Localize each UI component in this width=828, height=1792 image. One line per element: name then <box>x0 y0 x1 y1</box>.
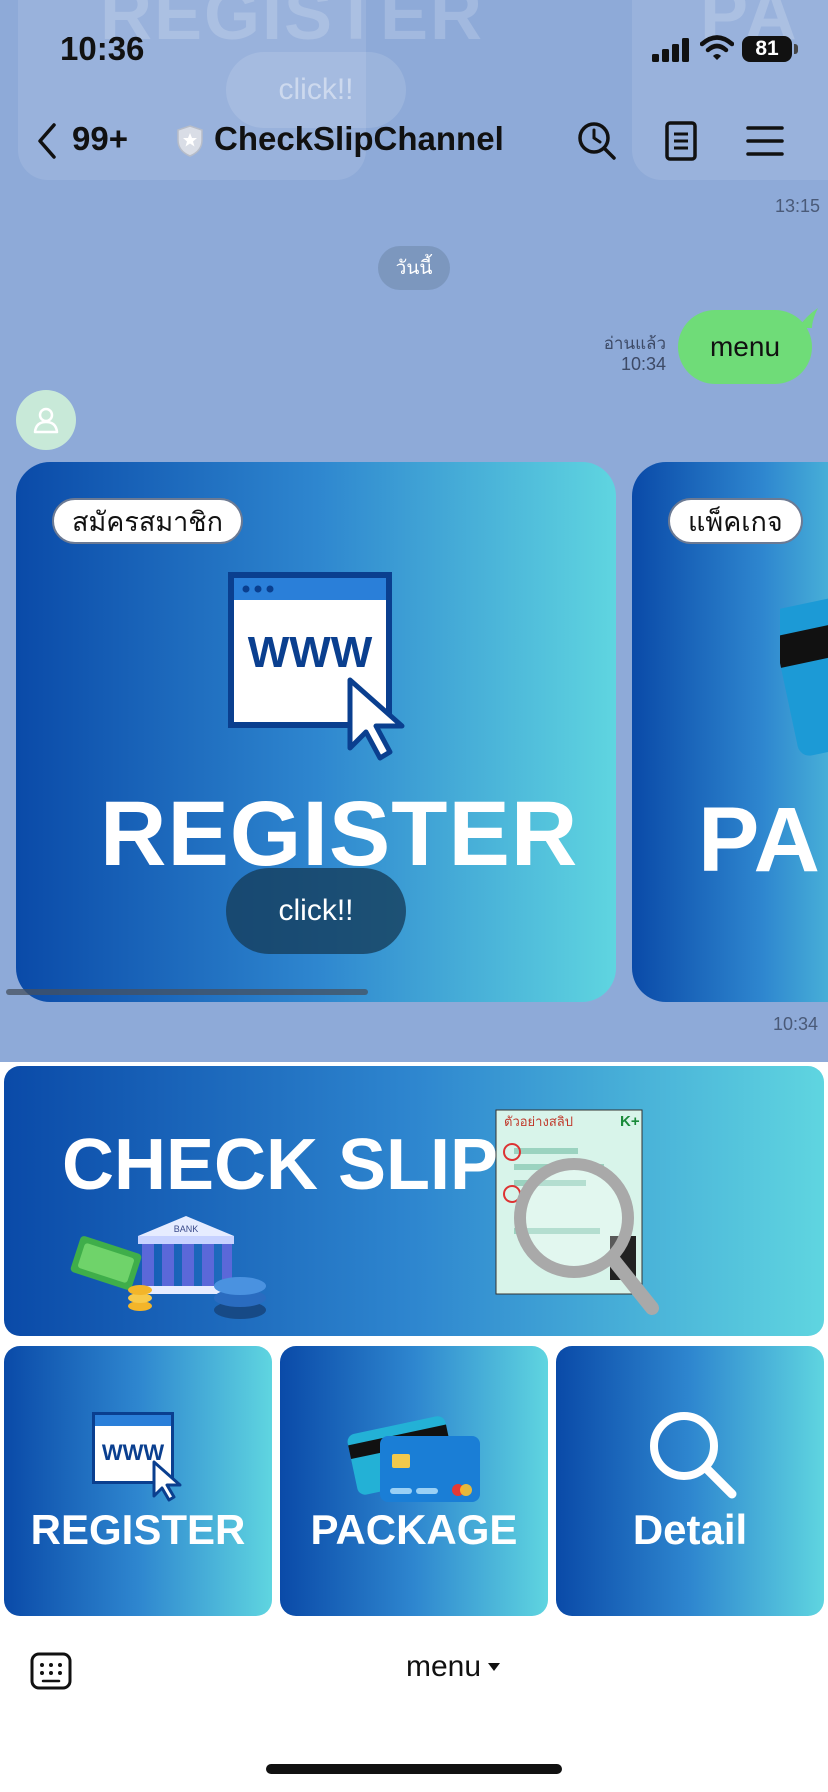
sent-message-bubble[interactable]: menu <box>678 310 812 384</box>
detail-tile-title: Detail <box>632 1506 748 1553</box>
battery-indicator: 81 <box>742 36 792 62</box>
slip-magnifier-icon: ตัวอย่างสลิป K+ <box>495 1109 659 1315</box>
status-bar: 10:36 81 <box>0 0 828 96</box>
back-chevron-icon[interactable] <box>36 122 58 160</box>
sent-timestamp: 10:34 <box>620 354 666 374</box>
rich-menu-detail[interactable]: Detail <box>556 1346 824 1616</box>
user-icon <box>33 407 59 434</box>
rich-menu-package[interactable]: PACKAGE <box>280 1346 548 1616</box>
date-separator: วันนี้ <box>378 246 450 290</box>
keyboard-icon[interactable] <box>30 1652 72 1690</box>
carousel-timestamp: 10:34 <box>772 1014 818 1034</box>
official-shield-icon <box>177 125 203 157</box>
channel-name[interactable]: CheckSlipChannel <box>214 120 504 158</box>
home-indicator[interactable] <box>266 1764 562 1774</box>
carousel-scroll-indicator[interactable] <box>6 989 368 995</box>
status-time: 10:36 <box>60 30 145 67</box>
rich-menu-toggle-label: menu <box>406 1650 482 1683</box>
card-title-package: PA <box>698 789 821 891</box>
search-icon[interactable] <box>574 118 620 164</box>
rich-menu-toggle[interactable]: menu <box>406 1650 501 1684</box>
triangle-down-icon <box>488 1663 501 1671</box>
credit-card-icon <box>780 598 828 756</box>
click-button[interactable]: click!! <box>226 868 406 954</box>
cellular-signal-icon <box>652 38 689 62</box>
read-receipt: อ่านแล้ว <box>603 334 666 353</box>
magnifier-icon <box>650 1412 737 1499</box>
message-timestamp: 13:15 <box>774 196 820 216</box>
check-slip-title: CHECK SLIP <box>62 1125 499 1205</box>
rich-menu: CHECK SLIP BANK ตัวอย่างสลิป K+ WWW REGI… <box>0 1062 828 1622</box>
chat-header: 99+ CheckSlipChannel <box>0 110 828 172</box>
slip-sample-label: ตัวอย่างสลิป <box>504 1114 573 1129</box>
wifi-icon <box>700 35 734 60</box>
chat-area: REGISTER click!! PA 10:36 81 99+ CheckSl… <box>0 0 828 1062</box>
rich-menu-register[interactable]: WWW REGISTER <box>4 1346 272 1616</box>
package-tile-title: PACKAGE <box>310 1506 518 1553</box>
browser-www-icon: WWW <box>92 1412 182 1502</box>
card-tag: สมัครสมาชิก <box>52 498 243 544</box>
bank-money-icon: BANK <box>70 1216 266 1319</box>
credit-cards-icon <box>347 1416 480 1502</box>
card-tag: แพ็คเกจ <box>668 498 803 544</box>
browser-www-icon: WWW <box>228 572 405 761</box>
bank-label: BANK <box>174 1224 199 1234</box>
rich-menu-check-slip[interactable]: CHECK SLIP BANK ตัวอย่างสลิป K+ <box>4 1066 824 1336</box>
channel-avatar[interactable] <box>16 390 76 450</box>
battery-tip <box>794 44 798 54</box>
notes-icon[interactable] <box>658 118 704 164</box>
register-tile-title: REGISTER <box>30 1506 246 1553</box>
bottom-bar: menu <box>0 1622 828 1792</box>
slip-brand-label: K+ <box>620 1113 640 1130</box>
unread-count[interactable]: 99+ <box>72 120 128 158</box>
carousel-card-package[interactable]: แพ็คเกจ PA <box>632 462 828 1002</box>
hamburger-menu-icon[interactable] <box>742 118 788 164</box>
browser-www-text: WWW <box>248 628 373 677</box>
